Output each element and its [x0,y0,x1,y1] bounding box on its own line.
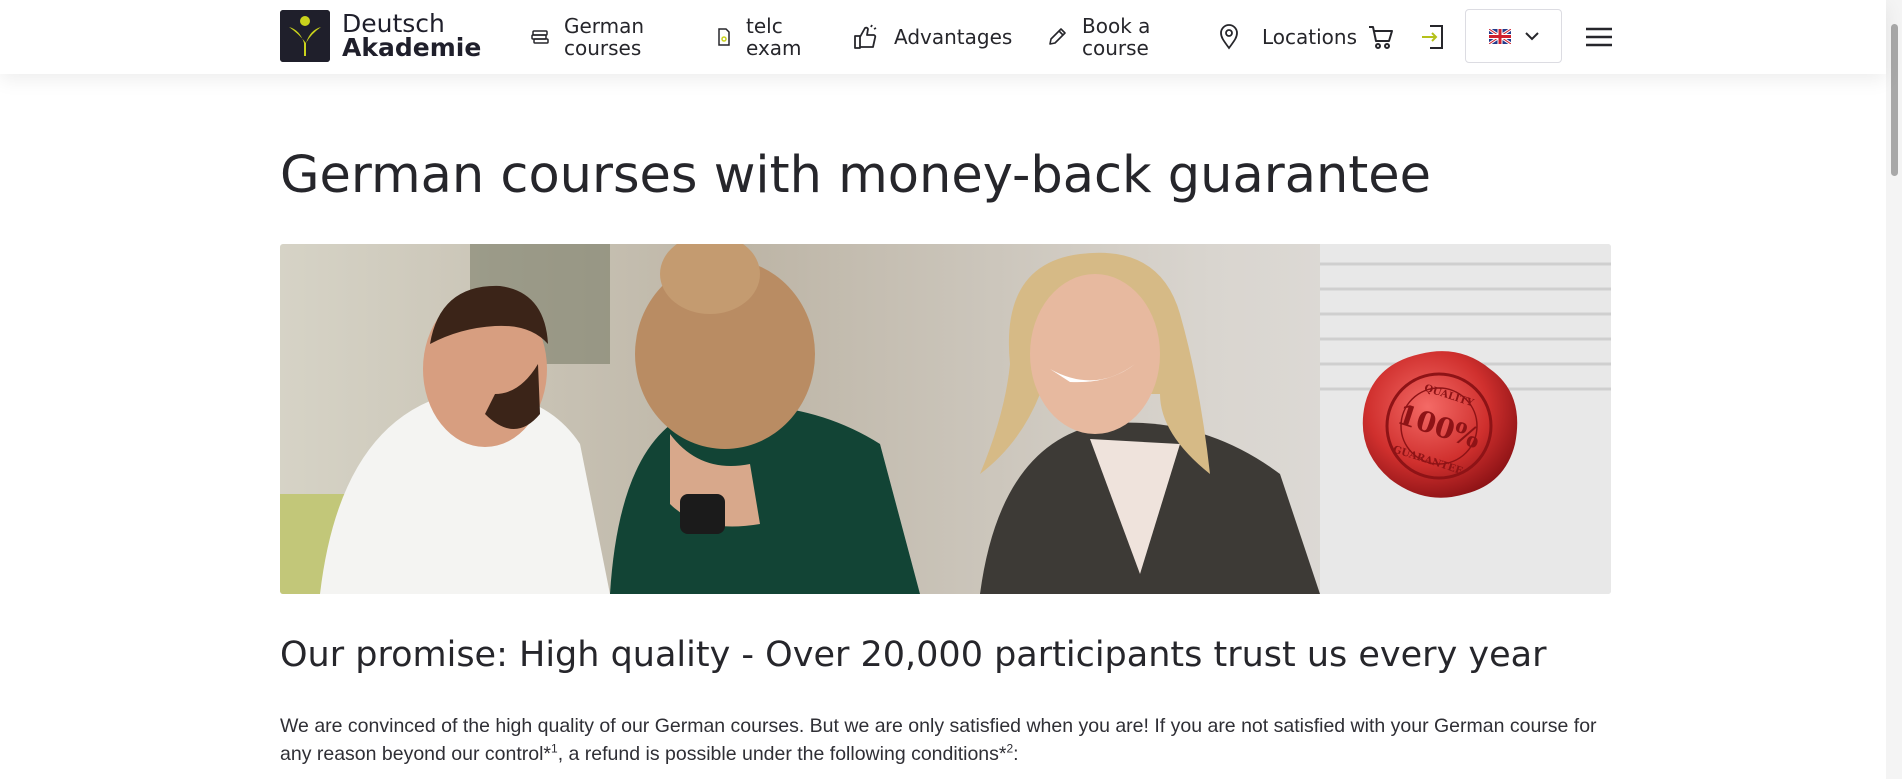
promise-heading: Our promise: High quality - Over 20,000 … [280,635,1547,675]
top-navigation-bar: Deutsch Akademie German courses telc exa… [0,0,1886,74]
page-scrollbar[interactable] [1886,0,1902,779]
logo-mark-icon [280,10,330,62]
hero-photo: QUALITY 100% GUARANTEE [280,244,1611,594]
map-pin-icon [1218,24,1240,50]
brand-logo[interactable]: Deutsch Akademie [280,10,481,62]
login-icon [1422,25,1443,49]
pencil-icon [1046,26,1068,48]
nav-advantages[interactable]: Advantages [852,0,1012,74]
intro-text-part2: , a refund is possible under the followi… [557,743,1007,765]
nav-advantages-label: Advantages [894,25,1013,49]
chevron-down-icon [1524,31,1539,40]
certificate-icon [716,27,732,47]
brand-name: Deutsch Akademie [342,11,482,62]
intro-text-part3: : [1013,743,1019,765]
cart-button[interactable] [1366,0,1396,74]
login-button[interactable] [1418,0,1448,74]
nav-telc-exam-label: telc exam [746,14,802,60]
menu-button[interactable] [1584,0,1614,74]
footnote-ref-1: 1 [551,741,558,756]
nav-book-course[interactable]: Book a course [1046,0,1150,74]
uk-flag-icon [1488,28,1511,44]
nav-locations-label: Locations [1262,25,1358,49]
nav-book-course-label: Book a course [1082,14,1151,60]
thumbs-up-icon [852,23,880,51]
hero-image: QUALITY 100% GUARANTEE [280,244,1611,594]
scrollbar-thumb[interactable] [1891,24,1898,176]
brand-name-line2: Akademie [342,33,482,62]
nav-german-courses[interactable]: German courses [530,0,644,74]
nav-german-courses-label: German courses [564,14,645,60]
intro-paragraph: We are convinced of the high quality of … [280,712,1620,768]
courses-icon [530,27,550,47]
hamburger-menu-icon [1586,27,1612,47]
language-selector[interactable] [1465,9,1562,63]
cart-icon [1369,26,1393,49]
nav-locations[interactable]: Locations [1218,0,1357,74]
nav-telc-exam[interactable]: telc exam [716,0,802,74]
page-title: German courses with money-back guarantee [280,146,1432,205]
